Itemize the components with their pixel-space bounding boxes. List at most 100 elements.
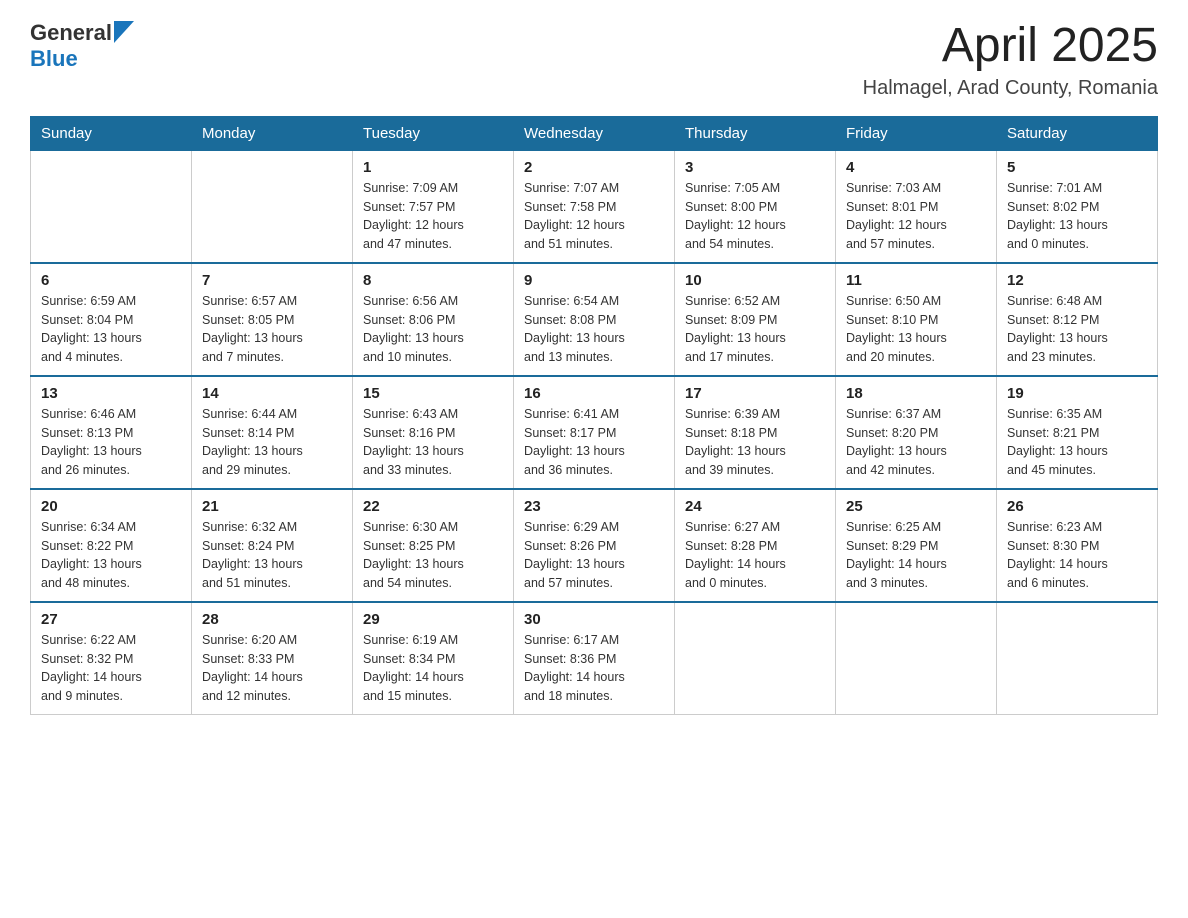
day-number: 19 [1007,385,1147,402]
day-number: 13 [41,385,181,402]
day-info: Sunrise: 6:37 AM Sunset: 8:20 PM Dayligh… [846,405,986,480]
calendar-cell: 14 Sunrise: 6:44 AM Sunset: 8:14 PM Dayli… [192,376,353,489]
day-info: Sunrise: 6:50 AM Sunset: 8:10 PM Dayligh… [846,292,986,367]
calendar-cell: 21 Sunrise: 6:32 AM Sunset: 8:24 PM Dayli… [192,489,353,602]
day-info: Sunrise: 6:52 AM Sunset: 8:09 PM Dayligh… [685,292,825,367]
calendar-cell: 30 Sunrise: 6:17 AM Sunset: 8:36 PM Dayli… [514,602,675,715]
calendar-header-friday: Friday [836,116,997,150]
calendar-cell: 5 Sunrise: 7:01 AM Sunset: 8:02 PM Daylig… [997,150,1158,263]
calendar-cell: 28 Sunrise: 6:20 AM Sunset: 8:33 PM Dayli… [192,602,353,715]
day-number: 8 [363,272,503,289]
day-info: Sunrise: 6:35 AM Sunset: 8:21 PM Dayligh… [1007,405,1147,480]
month-title: April 2025 [863,20,1158,73]
logo-blue: Blue [30,46,78,72]
calendar-cell: 9 Sunrise: 6:54 AM Sunset: 8:08 PM Daylig… [514,263,675,376]
calendar-cell: 3Sunrise: 7:05 AM Sunset: 8:00 PM Daylig… [675,150,836,263]
day-number: 18 [846,385,986,402]
day-number: 22 [363,498,503,515]
calendar-table: SundayMondayTuesdayWednesdayThursdayFrid… [30,116,1158,715]
calendar-cell [997,602,1158,715]
calendar-cell: 13 Sunrise: 6:46 AM Sunset: 8:13 PM Dayli… [31,376,192,489]
day-info: Sunrise: 6:25 AM Sunset: 8:29 PM Dayligh… [846,518,986,593]
calendar-cell: 27 Sunrise: 6:22 AM Sunset: 8:32 PM Dayli… [31,602,192,715]
day-info: Sunrise: 6:56 AM Sunset: 8:06 PM Dayligh… [363,292,503,367]
day-info: Sunrise: 7:05 AM Sunset: 8:00 PM Dayligh… [685,179,825,254]
day-info: Sunrise: 6:29 AM Sunset: 8:26 PM Dayligh… [524,518,664,593]
calendar-cell: 15Sunrise: 6:43 AM Sunset: 8:16 PM Dayli… [353,376,514,489]
calendar-week-row: 1 Sunrise: 7:09 AM Sunset: 7:57 PM Daylig… [31,150,1158,263]
page-header: General Blue April 2025 Halmagel, Arad C… [30,20,1158,100]
calendar-header-sunday: Sunday [31,116,192,150]
calendar-cell: 20 Sunrise: 6:34 AM Sunset: 8:22 PM Dayli… [31,489,192,602]
calendar-cell: 12 Sunrise: 6:48 AM Sunset: 8:12 PM Dayli… [997,263,1158,376]
day-number: 2 [524,159,664,176]
calendar-cell: 6 Sunrise: 6:59 AM Sunset: 8:04 PM Daylig… [31,263,192,376]
calendar-cell: 23 Sunrise: 6:29 AM Sunset: 8:26 PM Dayli… [514,489,675,602]
day-number: 24 [685,498,825,515]
title-section: April 2025 Halmagel, Arad County, Romani… [863,20,1158,100]
day-number: 30 [524,611,664,628]
calendar-cell: 25 Sunrise: 6:25 AM Sunset: 8:29 PM Dayli… [836,489,997,602]
day-info: Sunrise: 6:57 AM Sunset: 8:05 PM Dayligh… [202,292,342,367]
day-info: Sunrise: 6:44 AM Sunset: 8:14 PM Dayligh… [202,405,342,480]
day-number: 11 [846,272,986,289]
day-number: 1 [363,159,503,176]
day-info: Sunrise: 6:17 AM Sunset: 8:36 PM Dayligh… [524,631,664,706]
day-number: 6 [41,272,181,289]
day-number: 20 [41,498,181,515]
day-number: 5 [1007,159,1147,176]
day-info: Sunrise: 6:41 AM Sunset: 8:17 PM Dayligh… [524,405,664,480]
logo-triangle-icon [114,21,134,43]
calendar-week-row: 20 Sunrise: 6:34 AM Sunset: 8:22 PM Dayli… [31,489,1158,602]
calendar-cell: 7 Sunrise: 6:57 AM Sunset: 8:05 PM Daylig… [192,263,353,376]
day-info: Sunrise: 6:46 AM Sunset: 8:13 PM Dayligh… [41,405,181,480]
calendar-cell: 18 Sunrise: 6:37 AM Sunset: 8:20 PM Dayli… [836,376,997,489]
logo-general: General [30,20,112,46]
day-number: 28 [202,611,342,628]
day-number: 23 [524,498,664,515]
day-number: 27 [41,611,181,628]
day-number: 7 [202,272,342,289]
calendar-cell: 22Sunrise: 6:30 AM Sunset: 8:25 PM Dayli… [353,489,514,602]
calendar-cell: 8 Sunrise: 6:56 AM Sunset: 8:06 PM Daylig… [353,263,514,376]
calendar-header-wednesday: Wednesday [514,116,675,150]
day-info: Sunrise: 6:34 AM Sunset: 8:22 PM Dayligh… [41,518,181,593]
day-info: Sunrise: 7:07 AM Sunset: 7:58 PM Dayligh… [524,179,664,254]
day-number: 26 [1007,498,1147,515]
calendar-header-thursday: Thursday [675,116,836,150]
day-number: 14 [202,385,342,402]
calendar-cell: 29Sunrise: 6:19 AM Sunset: 8:34 PM Dayli… [353,602,514,715]
calendar-cell [192,150,353,263]
calendar-week-row: 27 Sunrise: 6:22 AM Sunset: 8:32 PM Dayli… [31,602,1158,715]
location-title: Halmagel, Arad County, Romania [863,77,1158,100]
day-info: Sunrise: 6:22 AM Sunset: 8:32 PM Dayligh… [41,631,181,706]
day-number: 9 [524,272,664,289]
calendar-cell: 16 Sunrise: 6:41 AM Sunset: 8:17 PM Dayli… [514,376,675,489]
day-info: Sunrise: 6:59 AM Sunset: 8:04 PM Dayligh… [41,292,181,367]
day-number: 12 [1007,272,1147,289]
day-info: Sunrise: 6:27 AM Sunset: 8:28 PM Dayligh… [685,518,825,593]
day-info: Sunrise: 6:32 AM Sunset: 8:24 PM Dayligh… [202,518,342,593]
calendar-cell: 1 Sunrise: 7:09 AM Sunset: 7:57 PM Daylig… [353,150,514,263]
day-info: Sunrise: 6:23 AM Sunset: 8:30 PM Dayligh… [1007,518,1147,593]
day-number: 10 [685,272,825,289]
calendar-week-row: 13 Sunrise: 6:46 AM Sunset: 8:13 PM Dayli… [31,376,1158,489]
calendar-cell: 4Sunrise: 7:03 AM Sunset: 8:01 PM Daylig… [836,150,997,263]
calendar-cell: 19 Sunrise: 6:35 AM Sunset: 8:21 PM Dayli… [997,376,1158,489]
day-number: 21 [202,498,342,515]
day-number: 16 [524,385,664,402]
day-info: Sunrise: 7:01 AM Sunset: 8:02 PM Dayligh… [1007,179,1147,254]
calendar-cell: 11 Sunrise: 6:50 AM Sunset: 8:10 PM Dayli… [836,263,997,376]
day-info: Sunrise: 6:39 AM Sunset: 8:18 PM Dayligh… [685,405,825,480]
calendar-cell [31,150,192,263]
calendar-cell: 26 Sunrise: 6:23 AM Sunset: 8:30 PM Dayli… [997,489,1158,602]
calendar-header-row: SundayMondayTuesdayWednesdayThursdayFrid… [31,116,1158,150]
day-info: Sunrise: 6:20 AM Sunset: 8:33 PM Dayligh… [202,631,342,706]
day-number: 15 [363,385,503,402]
day-info: Sunrise: 6:48 AM Sunset: 8:12 PM Dayligh… [1007,292,1147,367]
day-number: 25 [846,498,986,515]
day-info: Sunrise: 6:54 AM Sunset: 8:08 PM Dayligh… [524,292,664,367]
calendar-header-monday: Monday [192,116,353,150]
calendar-header-tuesday: Tuesday [353,116,514,150]
day-info: Sunrise: 7:09 AM Sunset: 7:57 PM Dayligh… [363,179,503,254]
